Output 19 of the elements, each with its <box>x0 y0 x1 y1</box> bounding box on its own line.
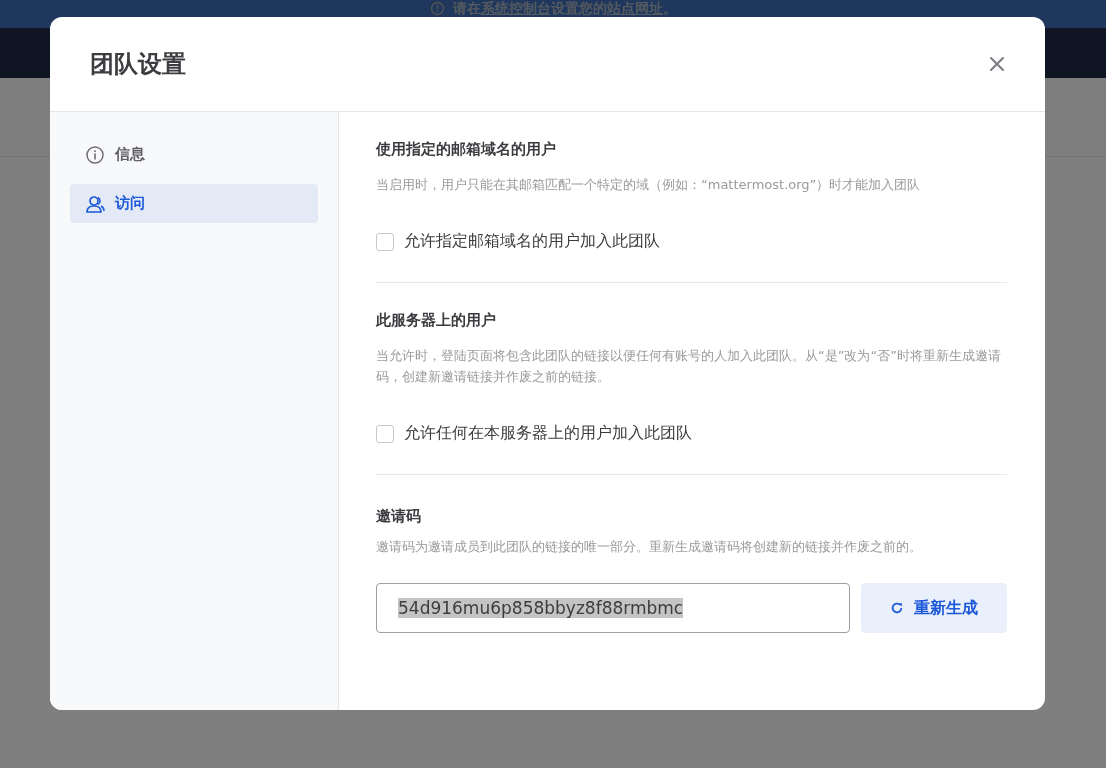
section-title: 此服务器上的用户 <box>376 311 497 330</box>
checkbox[interactable] <box>376 232 394 251</box>
section-description: 邀请码为邀请成员到此团队的链接的唯一部分。重新生成邀请码将创建新的链接并作废之前的。 <box>376 538 923 556</box>
section-title: 使用指定的邮箱域名的用户 <box>376 140 557 159</box>
modal-title: 团队设置 <box>90 49 186 80</box>
close-icon[interactable] <box>989 56 1005 72</box>
checkbox[interactable] <box>376 424 394 443</box>
checkbox-label: 允许任何在本服务器上的用户加入此团队 <box>404 423 692 444</box>
regenerate-button[interactable]: 重新生成 <box>861 583 1007 633</box>
checkbox-label: 允许指定邮箱域名的用户加入此团队 <box>404 231 660 252</box>
refresh-icon <box>890 601 904 615</box>
info-icon <box>429 1 445 16</box>
info-icon <box>85 144 105 165</box>
section-title: 邀请码 <box>376 507 422 526</box>
section-description: 当允许时，登陆页面将包含此团队的链接以便任何有账号的人加入此团队。从“是”改为“否”时将重新生成邀请码，创建新邀请链接并作废之前的链接。 <box>376 347 1002 386</box>
users-icon <box>85 193 105 214</box>
sidebar-item[interactable]: 访问 <box>70 184 318 223</box>
invite-code-field[interactable]: 54d916mu6p858bbyz8f88rmbmc <box>376 583 850 633</box>
sidebar-item[interactable]: 信息 <box>70 135 318 174</box>
